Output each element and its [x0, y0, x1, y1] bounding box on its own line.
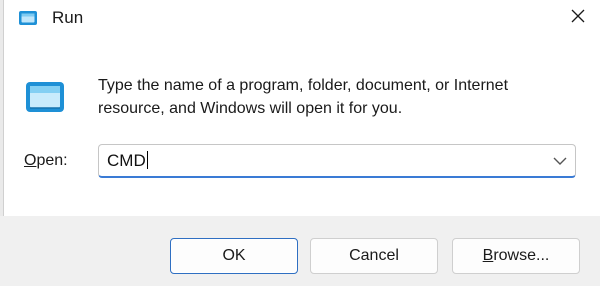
window-title: Run	[52, 8, 84, 27]
close-icon	[570, 8, 586, 29]
run-icon	[18, 10, 38, 27]
open-input[interactable]: CMD	[107, 151, 507, 171]
title-bar[interactable]: Run	[0, 0, 600, 38]
chevron-down-icon[interactable]	[551, 151, 569, 171]
browse-label: rowse...	[493, 247, 550, 264]
run-program-icon	[24, 80, 66, 116]
open-label-accesskey: O	[24, 152, 37, 169]
instruction-text: Type the name of a program, folder, docu…	[98, 77, 509, 117]
open-combobox[interactable]: CMD	[98, 144, 576, 178]
open-label: Open:	[24, 152, 68, 170]
run-dialog: Run Type the name of a program, folder, …	[0, 0, 600, 286]
text-caret	[146, 151, 148, 169]
browse-accesskey: B	[482, 247, 494, 264]
ok-button[interactable]: OK	[170, 238, 298, 274]
close-button[interactable]	[556, 0, 600, 36]
cancel-button[interactable]: Cancel	[310, 238, 438, 274]
browse-button[interactable]: Browse...	[452, 238, 580, 274]
button-bar: OK Cancel Browse...	[0, 216, 600, 286]
open-input-value: CMD	[107, 151, 146, 170]
open-label-text: pen:	[36, 152, 68, 169]
